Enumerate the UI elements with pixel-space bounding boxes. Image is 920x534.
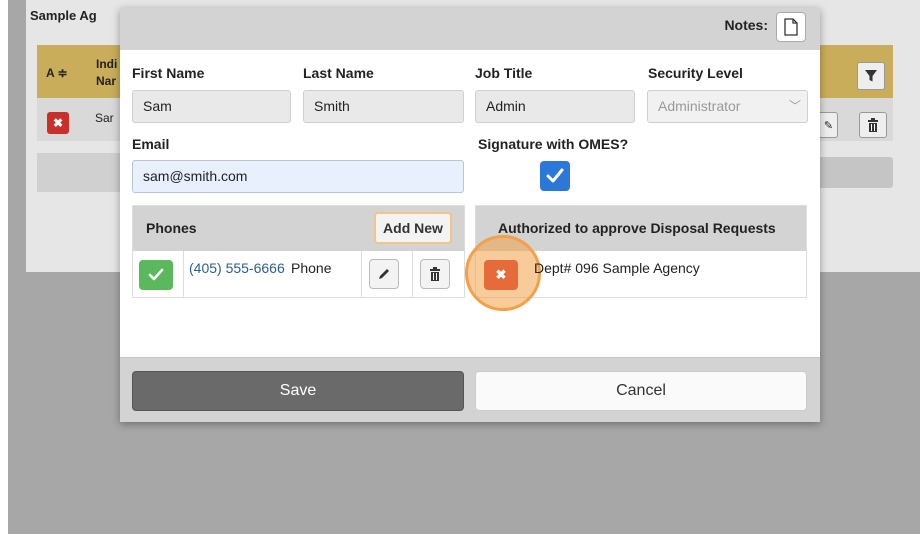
phones-panel: Phones Add New (405) 555-6666 Phone	[132, 205, 465, 298]
document-icon	[784, 18, 798, 36]
divider	[183, 251, 184, 297]
edit-contact-modal: Notes: First Name Sam Last Name Smith Jo…	[120, 8, 820, 422]
email-label: Email	[132, 136, 170, 152]
phones-title: Phones	[146, 220, 197, 236]
modal-header: Notes:	[120, 8, 820, 50]
background-remove-icon: ✖	[47, 112, 69, 134]
table-row: (405) 555-6666 Phone	[133, 251, 464, 297]
divider	[412, 251, 413, 297]
checkmark-icon	[148, 268, 164, 281]
save-button[interactable]: Save	[132, 371, 464, 411]
background-column-a: A ≑	[46, 66, 68, 80]
authorized-title: Authorized to approve Disposal Requests	[498, 220, 776, 236]
security-level-label: Security Level	[648, 65, 743, 81]
background-column-individual-name: Indi Nar	[96, 57, 118, 88]
phones-header: Phones Add New	[133, 206, 464, 251]
authorized-panel: Authorized to approve Disposal Requests …	[465, 205, 807, 311]
close-icon: ✖	[495, 267, 507, 282]
filter-icon	[857, 62, 885, 90]
background-row-name: Sar	[95, 111, 114, 125]
edit-phone-button[interactable]	[369, 259, 399, 289]
security-level-select: Administrator ﹀	[647, 90, 808, 123]
modal-footer: Save Cancel	[120, 357, 820, 422]
phone-primary-button[interactable]	[139, 260, 173, 290]
last-name-field[interactable]: Smith	[303, 90, 464, 123]
checkmark-icon	[546, 168, 564, 183]
add-new-phone-button[interactable]: Add New	[374, 212, 452, 244]
table-row: ✖ Dept# 096 Sample Agency	[465, 235, 806, 311]
notes-button[interactable]	[776, 12, 806, 42]
background-card-title: Sample Ag	[30, 8, 97, 23]
divider	[361, 251, 362, 297]
cancel-button[interactable]: Cancel	[475, 371, 807, 411]
first-name-label: First Name	[132, 65, 205, 81]
signature-checkbox[interactable]	[540, 161, 570, 191]
email-field[interactable]: sam@smith.com	[132, 160, 464, 193]
background-bar	[820, 157, 893, 188]
remove-authorization-button[interactable]: ✖	[484, 260, 518, 290]
chevron-down-icon: ﹀	[788, 99, 801, 113]
phone-type: Phone	[291, 260, 332, 276]
pencil-icon: ✎	[820, 112, 838, 138]
pencil-icon	[379, 269, 389, 279]
trash-icon	[430, 267, 440, 281]
job-title-field[interactable]: Admin	[475, 90, 635, 123]
delete-phone-button[interactable]	[420, 259, 450, 289]
job-title-label: Job Title	[475, 65, 533, 81]
signature-label: Signature with OMES?	[478, 136, 629, 152]
last-name-label: Last Name	[303, 65, 374, 81]
first-name-field[interactable]: Sam	[132, 90, 291, 123]
authorized-agency: Dept# 096 Sample Agency	[534, 260, 700, 276]
notes-label: Notes:	[724, 17, 768, 33]
phone-number-link[interactable]: (405) 555-6666	[189, 260, 285, 276]
trash-icon	[859, 112, 887, 138]
security-level-value: Administrator	[658, 98, 741, 114]
background-bar-left	[37, 153, 120, 192]
